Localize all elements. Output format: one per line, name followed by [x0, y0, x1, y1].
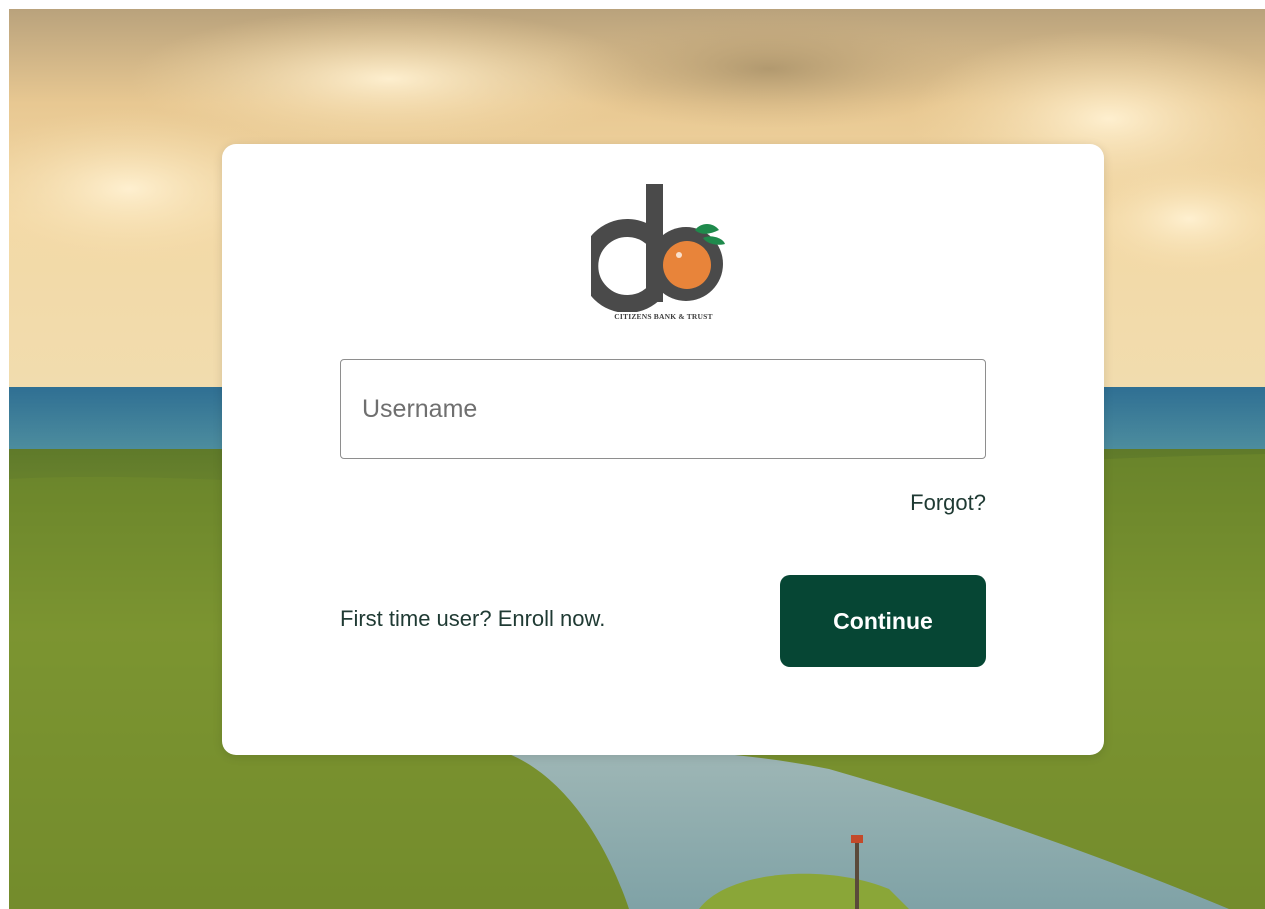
username-input[interactable]: [340, 359, 986, 459]
login-card: CITIZENS BANK & TRUST Forgot? First time…: [222, 144, 1104, 755]
logo-wordmark: CITIZENS BANK & TRUST: [614, 312, 713, 321]
continue-button[interactable]: Continue: [780, 575, 986, 667]
logo-mark-icon: [580, 184, 725, 313]
forgot-link[interactable]: Forgot?: [910, 490, 986, 516]
enroll-link[interactable]: First time user? Enroll now.: [340, 606, 605, 632]
bank-logo: CITIZENS BANK & TRUST: [580, 182, 736, 328]
